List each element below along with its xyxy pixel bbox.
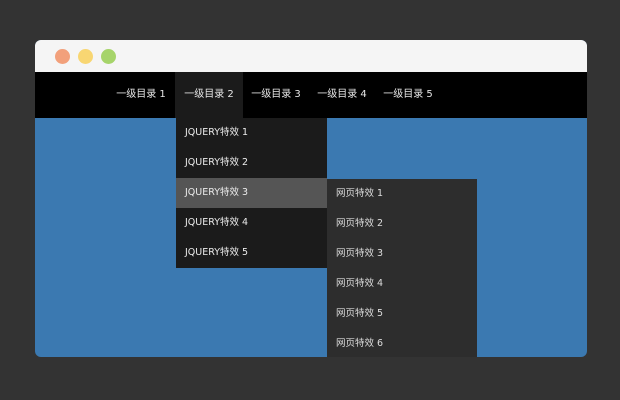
submenu-level-3: 网页特效 1 网页特效 2 网页特效 3 网页特效 4 网页特效 5 网页特效 … xyxy=(327,179,477,357)
top-nav-bar: 一级目录 1 一级目录 2 一级目录 3 一级目录 4 一级目录 5 xyxy=(35,72,587,118)
minimize-dot-icon[interactable] xyxy=(78,49,93,64)
subsubmenu-item-1[interactable]: 网页特效 1 xyxy=(327,179,477,209)
subsubmenu-item-5[interactable]: 网页特效 5 xyxy=(327,299,477,329)
subsubmenu-item-3[interactable]: 网页特效 3 xyxy=(327,239,477,269)
close-dot-icon[interactable] xyxy=(55,49,70,64)
submenu-item-3[interactable]: JQUERY特效 3 xyxy=(176,178,327,208)
nav-item-2[interactable]: 一级目录 2 xyxy=(175,72,243,118)
subsubmenu-item-6[interactable]: 网页特效 6 xyxy=(327,329,477,357)
nav-item-5[interactable]: 一级目录 5 xyxy=(375,72,441,118)
window-titlebar xyxy=(35,40,587,72)
nav-item-4[interactable]: 一级目录 4 xyxy=(309,72,375,118)
browser-window: 一级目录 1 一级目录 2 一级目录 3 一级目录 4 一级目录 5 JQUER… xyxy=(35,40,587,357)
nav-item-1[interactable]: 一级目录 1 xyxy=(108,72,174,118)
nav-item-3[interactable]: 一级目录 3 xyxy=(243,72,309,118)
maximize-dot-icon[interactable] xyxy=(101,49,116,64)
submenu-item-4[interactable]: JQUERY特效 4 xyxy=(176,208,327,238)
submenu-item-2[interactable]: JQUERY特效 2 xyxy=(176,148,327,178)
submenu-item-5[interactable]: JQUERY特效 5 xyxy=(176,238,327,268)
submenu-item-1[interactable]: JQUERY特效 1 xyxy=(176,118,327,148)
subsubmenu-item-2[interactable]: 网页特效 2 xyxy=(327,209,477,239)
submenu-level-2: JQUERY特效 1 JQUERY特效 2 JQUERY特效 3 JQUERY特… xyxy=(176,118,327,268)
subsubmenu-item-4[interactable]: 网页特效 4 xyxy=(327,269,477,299)
